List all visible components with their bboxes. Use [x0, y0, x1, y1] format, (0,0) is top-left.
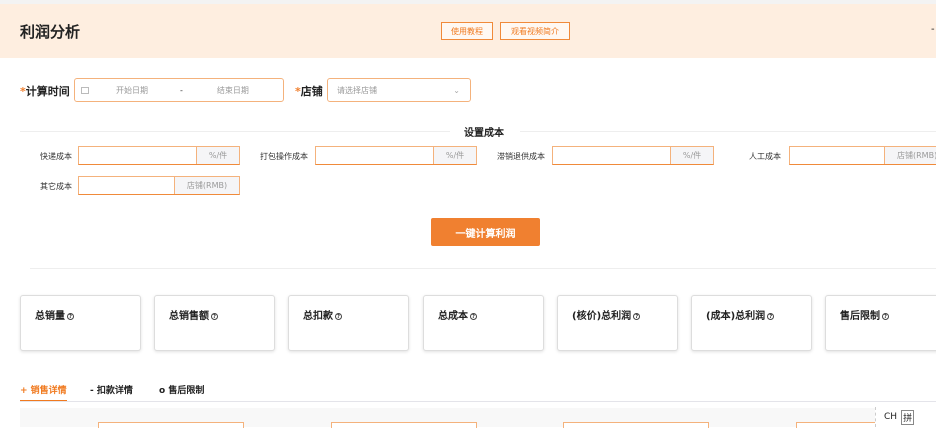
- shop-label: *店铺: [295, 85, 323, 98]
- tab-after-sales-limit[interactable]: o 售后限制: [159, 383, 204, 396]
- divider: [20, 131, 450, 132]
- divider: [30, 268, 936, 269]
- end-date-input[interactable]: 结束日期: [217, 85, 249, 96]
- cost-label-packing: 打包操作成本: [260, 152, 308, 161]
- unit-addon: %/件: [196, 147, 239, 164]
- header-edge-marker: -: [931, 24, 935, 35]
- page-title: 利润分析: [20, 23, 81, 41]
- calendar-icon: [81, 86, 89, 94]
- help-icon[interactable]: ?: [67, 313, 74, 320]
- tab-sales-detail[interactable]: + 销售详情: [20, 383, 67, 396]
- shop-select[interactable]: 请选择店铺 ⌄: [327, 78, 471, 102]
- unit-addon: %/件: [670, 147, 713, 164]
- time-label: *计算时间: [20, 85, 70, 98]
- ime-pinyin-icon[interactable]: 拼: [901, 409, 915, 425]
- card-total-sales-amount: 总销售额?: [154, 295, 275, 351]
- date-separator: -: [180, 85, 183, 95]
- help-icon[interactable]: ?: [882, 313, 889, 320]
- card-cost-profit: (成本)总利润?: [691, 295, 812, 351]
- calculate-profit-button[interactable]: 一键计算利润: [431, 218, 540, 246]
- unit-addon: 店铺(RMB): [174, 177, 239, 194]
- chevron-down-icon: ⌄: [453, 85, 460, 95]
- shop-select-placeholder: 请选择店铺: [337, 85, 377, 95]
- help-icon[interactable]: ?: [767, 313, 775, 320]
- start-date-input[interactable]: 开始日期: [116, 85, 148, 96]
- unit-addon: %/件: [433, 147, 476, 164]
- tabs-divider: [20, 401, 936, 402]
- labor-cost-input[interactable]: 店铺(RMB): [789, 146, 936, 165]
- ime-toolbar[interactable]: CH 拼: [875, 407, 936, 427]
- packing-cost-input[interactable]: %/件: [315, 146, 477, 165]
- tutorial-button[interactable]: 使用教程: [441, 22, 493, 40]
- cost-label-return: 滞销退供成本: [497, 152, 545, 161]
- help-icon[interactable]: ?: [335, 313, 342, 320]
- ime-mode[interactable]: CH: [884, 412, 897, 422]
- cost-label-express: 快递成本: [40, 152, 72, 161]
- date-range-picker[interactable]: 开始日期 - 结束日期: [74, 78, 284, 102]
- cost-label-other: 其它成本: [40, 182, 72, 191]
- return-cost-input[interactable]: %/件: [552, 146, 714, 165]
- unit-addon: 店铺(RMB): [884, 147, 936, 164]
- divider: [520, 131, 936, 132]
- video-intro-button[interactable]: 观看视频简介: [500, 22, 570, 40]
- help-icon[interactable]: ?: [470, 313, 477, 320]
- card-total-cost: 总成本?: [423, 295, 544, 351]
- card-price-profit: (核价)总利润?: [557, 295, 678, 351]
- card-after-sales-limit: 售后限制?: [825, 295, 936, 351]
- cost-section-title: 设置成本: [464, 128, 504, 139]
- detail-input[interactable]: [98, 422, 244, 428]
- cost-label-labor: 人工成本: [749, 152, 781, 161]
- card-total-deduction: 总扣款?: [288, 295, 409, 351]
- tab-deduction-detail[interactable]: - 扣款详情: [90, 383, 133, 396]
- detail-input[interactable]: [331, 422, 477, 428]
- help-icon[interactable]: ?: [211, 313, 218, 320]
- detail-input[interactable]: [563, 422, 709, 428]
- help-icon[interactable]: ?: [633, 313, 641, 320]
- other-cost-input[interactable]: 店铺(RMB): [78, 176, 240, 195]
- express-cost-input[interactable]: %/件: [78, 146, 240, 165]
- card-total-sales-volume: 总销量?: [20, 295, 141, 351]
